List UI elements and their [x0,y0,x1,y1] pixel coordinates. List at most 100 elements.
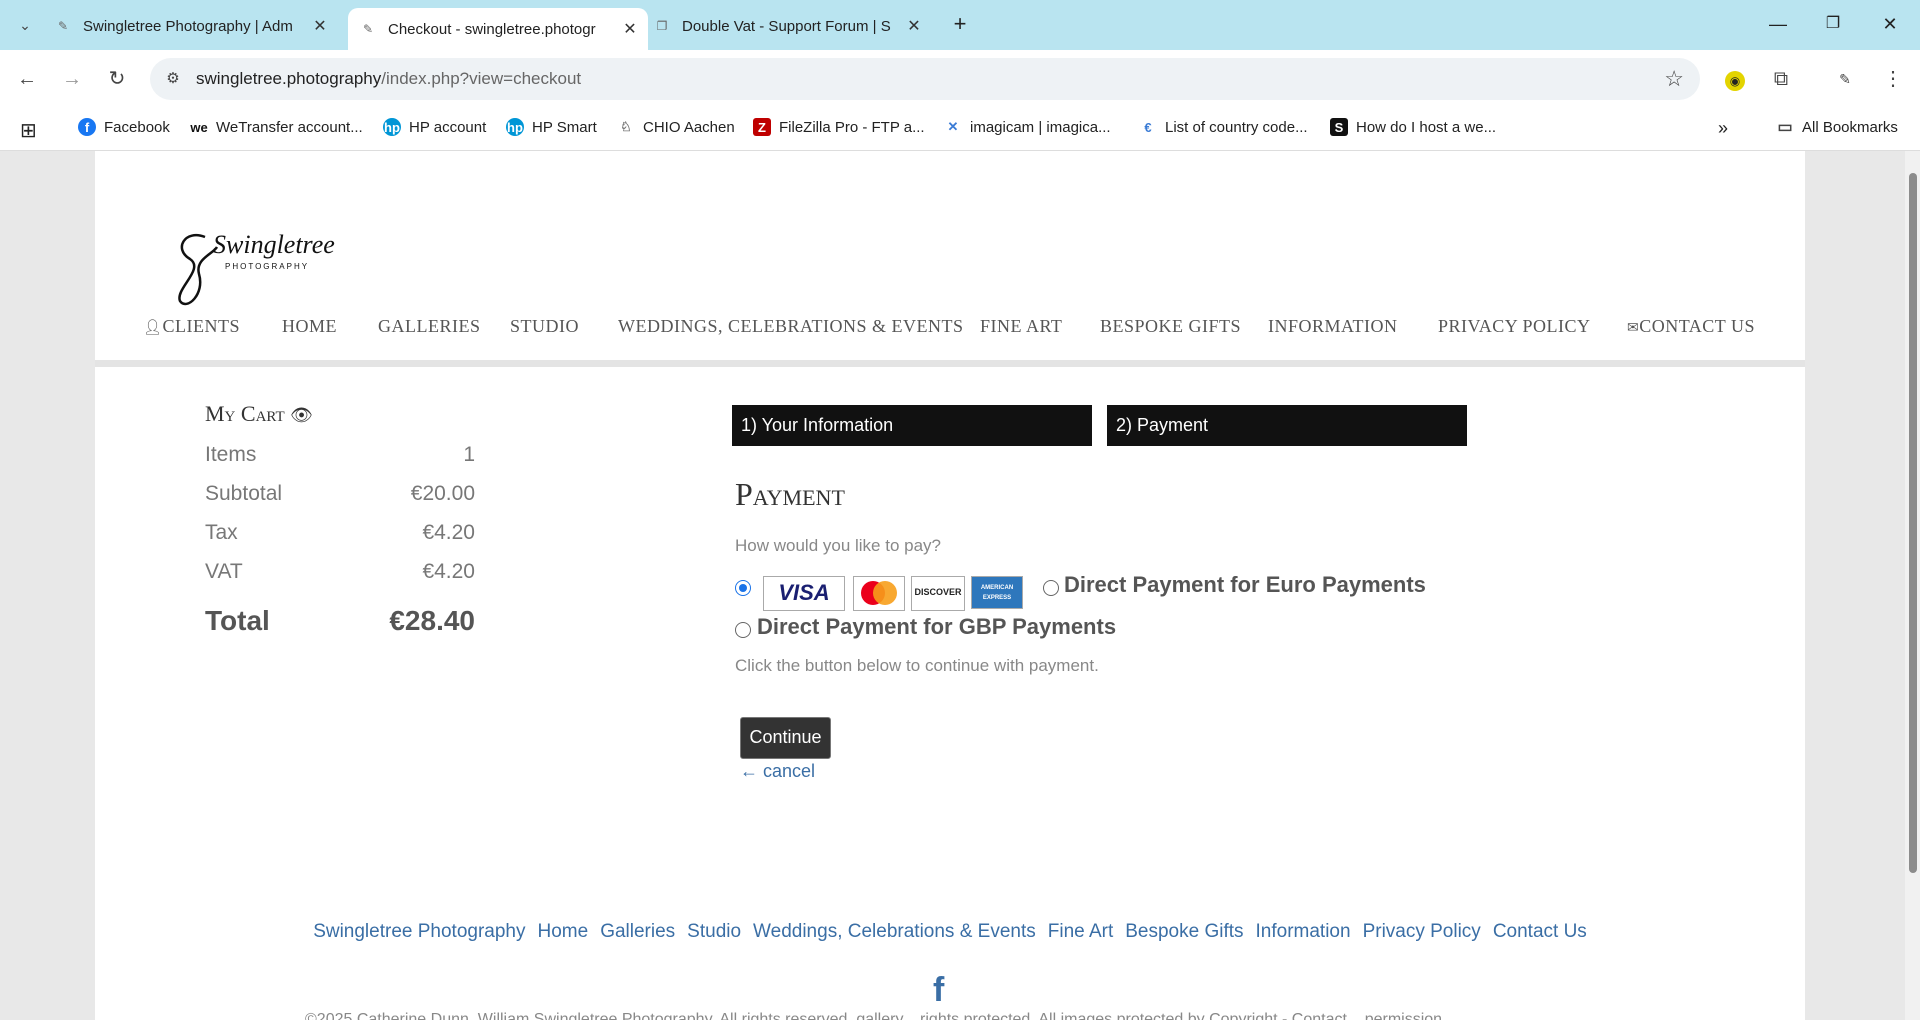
step-your-information[interactable]: 1) Your Information [732,405,1092,446]
reload-icon[interactable]: ↻ [102,64,132,94]
extension-badge-icon[interactable]: ◉ [1720,64,1750,94]
footer-link-studio[interactable]: Studio [687,921,741,942]
facebook-icon[interactable]: f [933,971,944,1010]
close-window-icon[interactable]: ✕ [1870,10,1910,38]
bookmark-label: HP account [409,118,487,136]
back-icon[interactable]: ← [12,64,42,94]
page-scrollbar[interactable] [1905,151,1920,1020]
card-label: VISA [778,580,830,605]
all-bookmarks[interactable]: ▭ All Bookmarks [1776,118,1897,137]
nav-information[interactable]: Information [1268,316,1398,337]
euro-payment-label[interactable]: Direct Payment for Euro Payments [1064,572,1426,598]
gbp-payment-radio[interactable] [735,622,751,638]
nav-label: Fine Art [980,316,1063,336]
more-bookmarks-icon[interactable]: » [1718,118,1728,139]
step-label: 1) Your Information [741,415,894,435]
new-tab-icon[interactable]: + [940,10,980,38]
footer-link-swingletree[interactable]: Swingletree Photography [313,921,525,942]
apps-grid-icon[interactable]: ⊞ [20,118,37,143]
nav-privacy-policy[interactable]: Privacy Policy [1438,316,1591,337]
nav-clients[interactable]: 👤︎Clients [143,316,240,337]
wetransfer-icon: we [190,119,208,135]
cart-total-label: Total [205,605,270,636]
bookmark-country-codes[interactable]: € List of country code... [1139,118,1307,136]
logo-wordmark: Swingletree [213,230,335,259]
nav-bespoke-gifts[interactable]: Bespoke Gifts [1100,316,1241,337]
tab-search-chevron-icon[interactable]: ⌄ [10,10,40,40]
chio-icon: ♘ [620,119,632,134]
step-label: 2) Payment [1116,415,1209,435]
footer-link-galleries[interactable]: Galleries [600,921,675,942]
url-text[interactable]: swingletree.photography/index.php?view=c… [196,69,581,89]
nav-galleries[interactable]: Galleries [378,316,481,337]
address-bar[interactable]: ⚙ swingletree.photography/index.php?view… [150,58,1700,100]
extensions-puzzle-icon[interactable]: ⧉ [1766,64,1796,94]
bookmark-chio[interactable]: ♘ CHIO Aachen [617,118,735,136]
tab-forum[interactable]: ❐ Double Vat - Support Forum | S ✕ [654,8,924,44]
bookmark-host-web[interactable]: S How do I host a we... [1330,118,1496,136]
nav-label: Bespoke Gifts [1100,316,1242,336]
bookmark-hp-account[interactable]: hp HP account [383,118,486,136]
footer-link-fine-art[interactable]: Fine Art [1048,921,1113,942]
card-label: DISCOVER [914,587,962,597]
envelope-icon: ✉ [1627,321,1640,336]
continue-button[interactable]: Continue [740,717,831,759]
bookmark-wetransfer[interactable]: we WeTransfer account... [190,118,363,136]
cart-row-value: €4.20 [422,560,475,583]
nav-fine-art[interactable]: Fine Art [980,316,1062,337]
swingletree-logo-icon: Swingletree PHOTOGRAPHY [178,230,335,306]
gbp-payment-label[interactable]: Direct Payment for GBP Payments [757,614,1116,640]
card-payment-radio[interactable] [735,580,751,596]
bookmark-filezilla[interactable]: Z FileZilla Pro - FTP a... [753,118,925,136]
bookmark-label: HP Smart [532,118,597,136]
bookmark-label: Facebook [104,118,170,136]
restore-icon[interactable]: ❐ [1813,10,1853,38]
footer-link-weddings[interactable]: Weddings, Celebrations & Events [753,921,1036,942]
bookmark-label: imagicam | imagica... [970,118,1111,136]
swingletree-favicon-icon: ✎ [57,19,69,33]
step-payment[interactable]: 2) Payment [1107,405,1467,446]
url-host: swingletree.photography [196,69,382,88]
close-tab-icon[interactable]: ✕ [904,16,924,36]
footer-link-home[interactable]: Home [538,921,589,942]
cart-row-label: Items [205,443,257,466]
bookmark-hp-smart[interactable]: hp HP Smart [506,118,597,136]
nav-studio[interactable]: Studio [510,316,579,337]
main-nav: 👤︎Clients Home Galleries Studio Weddings… [95,316,1805,352]
profile-avatar[interactable]: ✎ [1830,64,1860,94]
site-logo[interactable]: Swingletree PHOTOGRAPHY [165,219,345,309]
footer-link-bespoke-gifts[interactable]: Bespoke Gifts [1125,921,1243,942]
cart-row-label: Subtotal [205,482,283,505]
footer-link-information[interactable]: Information [1256,921,1351,942]
tab-checkout[interactable]: ✎ Checkout - swingletree.photogr ✕ [348,8,648,50]
nav-home[interactable]: Home [282,316,337,337]
cancel-link[interactable]: ← cancel [740,761,815,782]
hp-icon: hp [506,118,524,136]
eye-icon[interactable]: 👁︎ [290,405,313,425]
filezilla-icon: Z [753,118,771,136]
site-info-icon[interactable]: ⚙ [162,68,184,90]
imagicam-icon: ✕ [947,119,959,134]
forum-favicon-icon: ❐ [656,19,668,33]
euro-payment-radio[interactable] [1043,580,1059,596]
nav-weddings[interactable]: Weddings, Celebrations & Events [618,316,964,337]
nav-label: Weddings, Celebrations & Events [618,316,964,336]
forward-icon[interactable]: → [57,64,87,94]
bookmark-imagicam[interactable]: ✕ imagicam | imagica... [944,118,1111,136]
swingletree-favicon-icon: ✎ [362,22,374,36]
footer-link-privacy-policy[interactable]: Privacy Policy [1363,921,1481,942]
visa-icon: VISA [763,576,845,611]
scrollbar-thumb[interactable] [1909,173,1917,873]
close-tab-icon[interactable]: ✕ [310,16,330,36]
hp-icon: hp [383,118,401,136]
tab-admin[interactable]: ✎ Swingletree Photography | Adm ✕ [55,8,330,44]
cart-row-subtotal: Subtotal €20.00 [205,482,475,521]
close-tab-icon[interactable]: ✕ [620,19,640,39]
menu-kebab-icon[interactable]: ⋮ [1878,64,1908,94]
minimize-icon[interactable]: — [1758,10,1798,38]
bookmark-facebook[interactable]: f Facebook [78,118,170,136]
nav-contact-us[interactable]: ✉Contact Us [1627,316,1755,337]
bookmark-label: WeTransfer account... [216,118,363,136]
footer-link-contact-us[interactable]: Contact Us [1493,921,1587,942]
bookmark-star-icon[interactable]: ☆ [1664,66,1684,92]
